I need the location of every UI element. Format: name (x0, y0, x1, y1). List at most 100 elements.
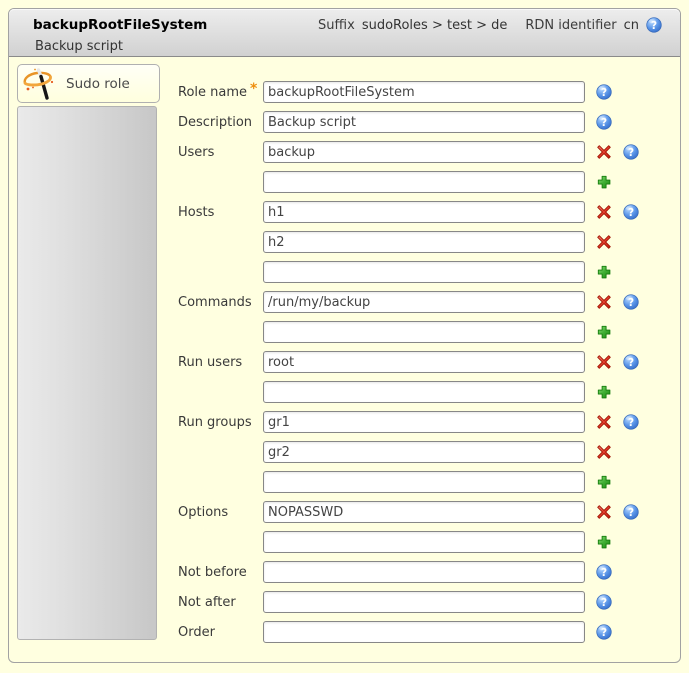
field-label: Description (178, 115, 263, 130)
hosts-new-input[interactable] (263, 261, 585, 283)
form-row (178, 441, 639, 463)
add-icon[interactable] (596, 534, 612, 550)
run-groups-label: Run groups (178, 415, 252, 430)
role-name-input[interactable] (263, 81, 585, 103)
help-icon[interactable]: ? (596, 564, 612, 580)
order-input[interactable] (263, 621, 585, 643)
svg-text:?: ? (628, 417, 634, 429)
help-icon[interactable]: ? (623, 294, 639, 310)
options-label: Options (178, 505, 228, 520)
delete-icon[interactable] (596, 204, 612, 220)
options-new-input[interactable] (263, 531, 585, 553)
svg-text:?: ? (601, 567, 607, 579)
delete-icon[interactable] (596, 504, 612, 520)
delete-icon[interactable] (596, 444, 612, 460)
sudo-role-window: backupRootFileSystem Suffix sudoRoles > … (8, 8, 681, 663)
not-before-label: Not before (178, 565, 247, 580)
commands-new-input[interactable] (263, 321, 585, 343)
run-users-new-input[interactable] (263, 381, 585, 403)
hosts-input-1[interactable] (263, 201, 585, 223)
users-input-1[interactable] (263, 141, 585, 163)
delete-icon[interactable] (596, 234, 612, 250)
options-input-1[interactable] (263, 501, 585, 523)
svg-text:?: ? (601, 627, 607, 639)
field-label: Commands (178, 295, 263, 310)
help-icon[interactable]: ? (623, 204, 639, 220)
run-users-input-1[interactable] (263, 351, 585, 373)
magic-wand-icon (21, 66, 57, 102)
help-icon[interactable]: ? (623, 354, 639, 370)
add-icon[interactable] (596, 324, 612, 340)
form-row: Users? (178, 141, 639, 163)
entry-subtitle: Backup script (33, 39, 662, 54)
rdn-info: RDN identifier cn ? (525, 17, 662, 33)
form-row (178, 261, 639, 283)
form-row: Run users? (178, 351, 639, 373)
not-after-input[interactable] (263, 591, 585, 613)
help-icon[interactable]: ? (623, 414, 639, 430)
sudo-role-form: Role name*?Description?Users?Hosts?Comma… (178, 64, 639, 662)
add-icon[interactable] (596, 264, 612, 280)
run-groups-input-2[interactable] (263, 441, 585, 463)
description-label: Description (178, 115, 252, 130)
suffix-value: sudoRoles > test > de (362, 18, 508, 33)
help-icon[interactable]: ? (596, 594, 612, 610)
run-groups-input-1[interactable] (263, 411, 585, 433)
rdn-value: cn (624, 18, 639, 33)
form-row: Description? (178, 111, 639, 133)
tab-sudo-role[interactable]: Sudo role (17, 64, 160, 103)
delete-icon[interactable] (596, 354, 612, 370)
form-row (178, 471, 639, 493)
svg-text:?: ? (628, 507, 634, 519)
not-before-input[interactable] (263, 561, 585, 583)
field-label: Users (178, 145, 263, 160)
sidebar-panel (17, 106, 157, 640)
help-icon[interactable]: ? (596, 114, 612, 130)
header-top-row: backupRootFileSystem Suffix sudoRoles > … (33, 16, 662, 34)
users-new-input[interactable] (263, 171, 585, 193)
help-icon[interactable]: ? (623, 144, 639, 160)
field-label: Order (178, 625, 263, 640)
description-input[interactable] (263, 111, 585, 133)
order-label: Order (178, 625, 215, 640)
help-icon[interactable]: ? (596, 84, 612, 100)
help-icon[interactable]: ? (596, 624, 612, 640)
field-label: Hosts (178, 205, 263, 220)
form-row: Not before? (178, 561, 639, 583)
delete-icon[interactable] (596, 414, 612, 430)
form-row (178, 531, 639, 553)
field-label: Not before (178, 565, 263, 580)
field-label: Role name* (178, 84, 263, 100)
help-icon[interactable]: ? (623, 504, 639, 520)
form-row: Options? (178, 501, 639, 523)
delete-icon[interactable] (596, 144, 612, 160)
help-icon[interactable]: ? (646, 17, 662, 33)
form-row (178, 321, 639, 343)
content-area: Sudo role Role name*?Description?Users?H… (9, 57, 680, 662)
form-row (178, 231, 639, 253)
add-icon[interactable] (596, 384, 612, 400)
commands-input-1[interactable] (263, 291, 585, 313)
page-title: backupRootFileSystem (33, 17, 318, 33)
svg-text:?: ? (628, 297, 634, 309)
suffix-label: Suffix (318, 18, 355, 33)
required-marker: * (250, 81, 257, 97)
rdn-label: RDN identifier (525, 18, 616, 33)
field-label: Not after (178, 595, 263, 610)
run-users-label: Run users (178, 355, 242, 370)
add-icon[interactable] (596, 474, 612, 490)
suffix-info: Suffix sudoRoles > test > de (318, 18, 507, 33)
add-icon[interactable] (596, 174, 612, 190)
form-row (178, 171, 639, 193)
form-row: Run groups? (178, 411, 639, 433)
field-label: Run users (178, 355, 263, 370)
delete-icon[interactable] (596, 294, 612, 310)
hosts-label: Hosts (178, 205, 214, 220)
tab-sudo-role-label: Sudo role (66, 76, 130, 92)
hosts-input-2[interactable] (263, 231, 585, 253)
form-row: Commands? (178, 291, 639, 313)
run-groups-new-input[interactable] (263, 471, 585, 493)
svg-text:?: ? (601, 597, 607, 609)
sidebar: Sudo role (17, 64, 160, 662)
form-row: Role name*? (178, 81, 639, 103)
